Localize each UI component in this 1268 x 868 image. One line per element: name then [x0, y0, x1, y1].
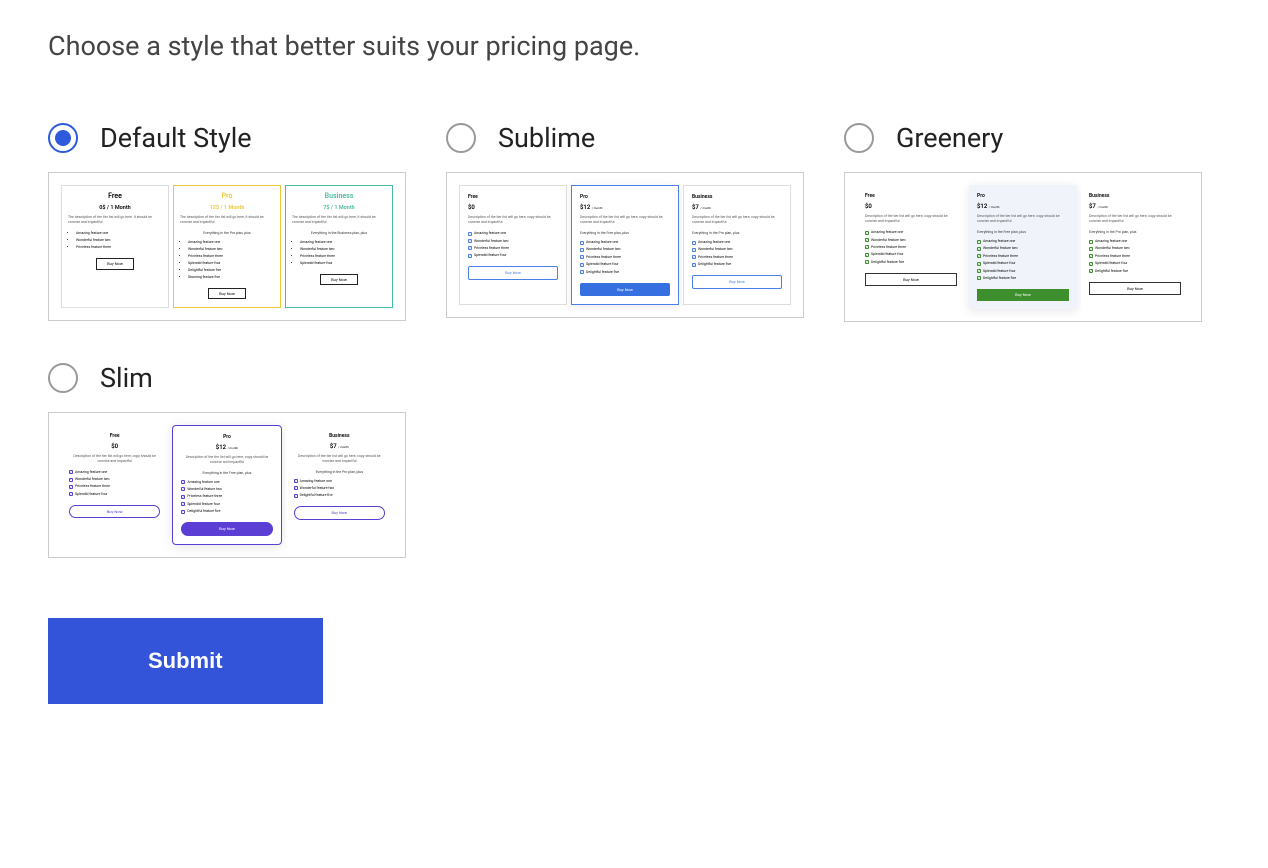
- tier-name: Pro: [580, 194, 670, 201]
- preview-sublime[interactable]: Free $0 Description of the tier list wil…: [446, 172, 804, 318]
- tier-name: Free: [468, 194, 558, 201]
- tier-name: Free: [865, 193, 957, 200]
- tier-sub: Everything in the Free plan, plus: [181, 471, 272, 476]
- buy-button: Buy Now: [865, 273, 957, 287]
- tier-features: ✓Amazing feature one✓Wonderful feature t…: [181, 480, 272, 514]
- tier-features: ✓Amazing feature one✓Wonderful feature t…: [692, 240, 782, 267]
- option-slim: Slim Free $0 Description of the tier lis…: [48, 362, 406, 558]
- tier-desc: Description of the tier list will go her…: [294, 454, 385, 464]
- tier-price: 0$ / 1 Month: [68, 205, 162, 213]
- buy-button: Buy Now: [208, 288, 246, 300]
- option-default: Default Style Free 0$ / 1 Month The desc…: [48, 122, 406, 322]
- tier-desc: Description of the tier list will go her…: [468, 215, 558, 225]
- tier-sub: Everything in the Free plan, plus: [580, 231, 670, 236]
- tier-sub: Everything in the Pro plan, plus: [692, 231, 782, 236]
- tier-name: Free: [68, 192, 162, 202]
- tier-price: $0: [468, 204, 558, 212]
- buy-button: Buy Now: [580, 283, 670, 297]
- tier-price: $0: [69, 443, 160, 451]
- tier-desc: The description of the tier list will go…: [68, 215, 162, 225]
- tier-features: Amazing feature oneWonderful feature two…: [76, 231, 162, 250]
- page-title: Choose a style that better suits your pr…: [48, 30, 1220, 62]
- radio-slim[interactable]: [48, 363, 78, 393]
- option-label-default: Default Style: [100, 122, 252, 154]
- buy-button: Buy Now: [692, 275, 782, 289]
- buy-button: Buy Now: [320, 274, 358, 286]
- buy-button: Buy Now: [181, 522, 272, 536]
- tier-sub: Everything in the Pro plan, plus: [294, 470, 385, 475]
- tier-sub: Everything in the Pro plan, plus: [1089, 230, 1181, 235]
- tier-name: Business: [294, 433, 385, 440]
- radio-default[interactable]: [48, 123, 78, 153]
- buy-button: Buy Now: [294, 506, 385, 520]
- tier-features: ✓Amazing feature one✓Wonderful feature t…: [1089, 239, 1181, 273]
- tier-name: Pro: [977, 193, 1069, 200]
- tier-features: ✓Amazing feature one✓Wonderful feature t…: [294, 479, 385, 499]
- preview-default[interactable]: Free 0$ / 1 Month The description of the…: [48, 172, 406, 321]
- tier-features: ✓Amazing feature one✓Wonderful feature t…: [69, 470, 160, 497]
- tier-sub: Everything in the Pro plan, plus: [180, 231, 274, 236]
- tier-desc: The description of the tier list will go…: [180, 215, 274, 225]
- tier-features: ✓Amazing feature one✓Wonderful feature t…: [580, 240, 670, 274]
- buy-button: Buy Now: [1089, 282, 1181, 296]
- tier-name: Free: [69, 433, 160, 440]
- tier-price: 12$ / 1 Month: [180, 205, 274, 213]
- preview-greenery[interactable]: Free $0 Description of the tier list wil…: [844, 172, 1202, 322]
- option-greenery: Greenery Free $0 Description of the tier…: [844, 122, 1202, 322]
- tier-sub: Everything in the Business plan, plus: [292, 231, 386, 236]
- tier-desc: Description of the tier list will go her…: [580, 215, 670, 225]
- tier-sub: Everything in the Free plan, plus: [977, 230, 1069, 235]
- tier-features: ✓Amazing feature one✓Wonderful feature t…: [865, 230, 957, 264]
- tier-desc: Description of the tier list will go her…: [865, 214, 957, 224]
- tier-name: Business: [692, 194, 782, 201]
- tier-name: Pro: [181, 434, 272, 441]
- buy-button: Buy Now: [468, 266, 558, 280]
- radio-sublime[interactable]: [446, 123, 476, 153]
- tier-desc: Description of the tier list will go her…: [69, 454, 160, 464]
- tier-features: Amazing feature oneWonderful feature two…: [188, 240, 274, 279]
- radio-greenery[interactable]: [844, 123, 874, 153]
- tier-price: 7$ / 1 Month: [292, 205, 386, 213]
- option-label-greenery: Greenery: [896, 122, 1003, 154]
- tier-desc: Description of the tier list will go her…: [692, 215, 782, 225]
- tier-features: ✓Amazing feature one✓Wonderful feature t…: [468, 231, 558, 258]
- submit-button[interactable]: Submit: [48, 618, 323, 704]
- tier-features: Amazing feature oneWonderful feature two…: [300, 240, 386, 266]
- preview-slim[interactable]: Free $0 Description of the tier list wil…: [48, 412, 406, 558]
- option-sublime: Sublime Free $0 Description of the tier …: [446, 122, 804, 322]
- tier-name: Business: [1089, 193, 1181, 200]
- buy-button: Buy Now: [96, 258, 134, 270]
- style-options-grid: Default Style Free 0$ / 1 Month The desc…: [48, 122, 1220, 558]
- tier-desc: Description of the tier list will go her…: [977, 214, 1069, 224]
- option-label-slim: Slim: [100, 362, 153, 394]
- tier-desc: Description of the tier list will go her…: [181, 455, 272, 465]
- tier-desc: Description of the tier list will go her…: [1089, 214, 1181, 224]
- tier-desc: The description of the tier list will go…: [292, 215, 386, 225]
- tier-name: Pro: [180, 192, 274, 202]
- tier-name: Business: [292, 192, 386, 202]
- tier-price: $0: [865, 203, 957, 211]
- option-label-sublime: Sublime: [498, 122, 595, 154]
- tier-features: ✓Amazing feature one✓Wonderful feature t…: [977, 239, 1069, 281]
- buy-button: Buy Now: [69, 505, 160, 519]
- buy-button: Buy Now: [977, 289, 1069, 301]
